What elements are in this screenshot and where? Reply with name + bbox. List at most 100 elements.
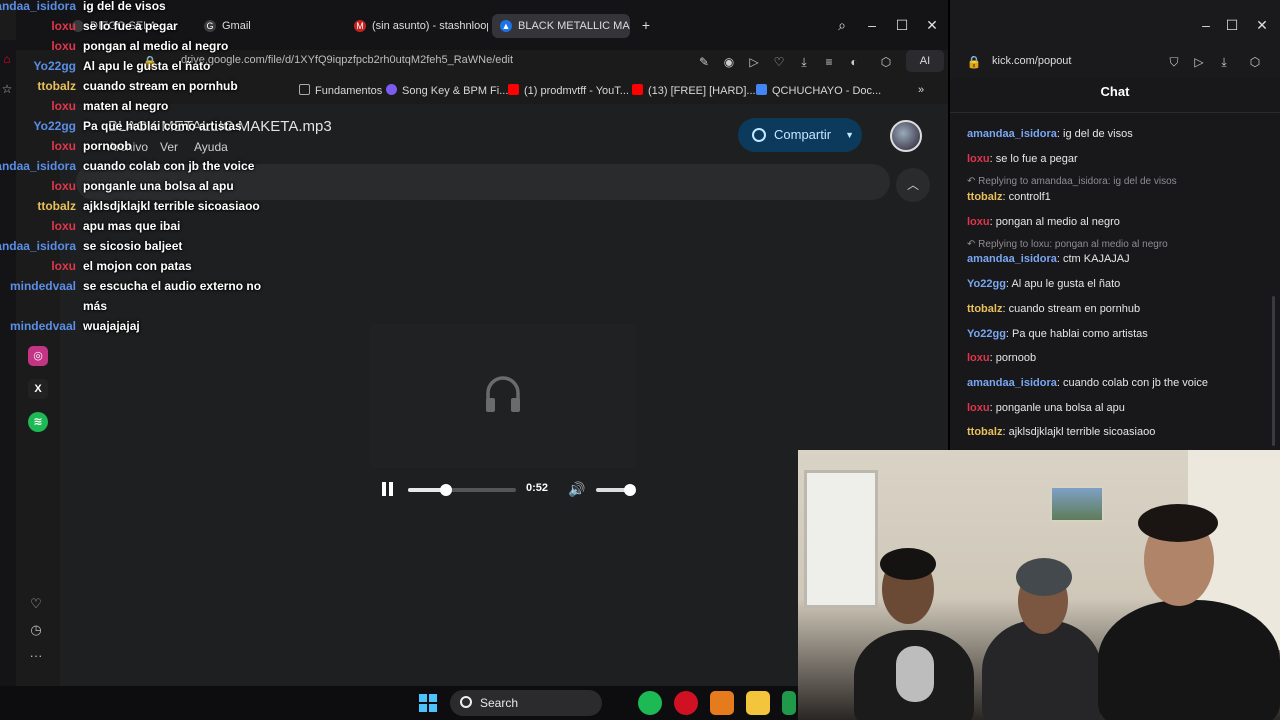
overlay-chat-row: loxu el mojon con patas [0, 256, 300, 276]
overlay-chat-row: loxu maten al negro [0, 96, 300, 116]
overlay-chat-row: loxu pornoob [0, 136, 300, 156]
more-bookmarks-icon[interactable]: » [918, 84, 924, 96]
chat-message: ponganle una bolsa al apu [995, 402, 1125, 414]
bookmark-youtube-2[interactable]: (13) [FREE] [HARD]... [632, 84, 756, 97]
volume-slider[interactable] [596, 484, 636, 496]
gmail-icon: M [354, 20, 366, 32]
chat-username: Yo22gg [33, 119, 76, 133]
playback-time: 0:52 [526, 482, 549, 494]
chat-username[interactable]: Yo22gg [967, 278, 1006, 290]
overlay-chat-row: loxu se lo fue a pegar [0, 16, 300, 36]
chat-username[interactable]: ttobalz [967, 191, 1002, 203]
excel-icon[interactable] [782, 691, 796, 715]
chat-message: apu mas que ibai [83, 219, 181, 233]
chat-message: pornoob [83, 139, 132, 153]
tab-drive-file[interactable]: ▲ BLACK METALLIC MA [492, 14, 630, 38]
send-icon[interactable]: ▷ [746, 54, 762, 70]
chevron-down-icon[interactable]: ▼ [845, 118, 854, 152]
avatar[interactable] [890, 120, 922, 152]
profile-icon[interactable]: ◐ [846, 54, 862, 70]
minimize-icon[interactable]: – [1196, 15, 1216, 35]
overlay-chat-row: más [0, 296, 300, 316]
chat-overlay: amandaa_isidora ig del de visos loxu se lo … [0, 0, 300, 340]
extensions-icon[interactable]: ⬡ [878, 54, 894, 70]
seek-bar[interactable] [408, 484, 516, 496]
chat-message: Pa que hablai como artistas [83, 119, 242, 133]
chat-message: ctm KAJAJAJ [1063, 253, 1130, 265]
volume-icon[interactable]: 🔊 [568, 481, 585, 498]
chat-username[interactable]: ttobalz [967, 303, 1002, 315]
volume-handle[interactable] [624, 484, 636, 496]
bookmark-youtube-1[interactable]: (1) prodmvtff - YouT... [508, 84, 629, 97]
globe-icon [752, 128, 766, 142]
person-right [1098, 600, 1280, 720]
tab-mail[interactable]: M (sin asunto) - stashnloops [346, 14, 488, 38]
camera-icon[interactable]: ◉ [721, 54, 737, 70]
chat-title: Chat [1100, 84, 1130, 99]
spotify-icon[interactable]: ≋ [28, 412, 48, 432]
chat-username[interactable]: amandaa_isidora [967, 253, 1057, 265]
overlay-chat-row: Yo22gg Pa que hablai como artistas [0, 116, 300, 136]
pause-icon[interactable] [382, 482, 396, 498]
chat-message-row: loxu: pornoob [967, 352, 1036, 364]
bookmark-label: (13) [FREE] [HARD]... [648, 85, 756, 97]
maximize-icon[interactable]: ☐ [1222, 15, 1242, 35]
lock-icon: 🔒 [966, 55, 982, 69]
fl-studio-icon[interactable] [710, 691, 734, 715]
close-icon[interactable]: ✕ [922, 15, 942, 35]
kick-titlebar: – ☐ ✕ 🔒 kick.com/popout ⛉ ▷ ⤓ ⬡ [950, 0, 1280, 78]
chat-username[interactable]: Yo22gg [967, 328, 1006, 340]
scrollbar[interactable] [1272, 296, 1275, 446]
edit-icon[interactable]: ✎ [696, 54, 712, 70]
chevron-up-icon[interactable]: ︿ [896, 168, 930, 202]
taskbar-search[interactable]: Search [450, 690, 602, 716]
headphones-icon [486, 376, 520, 412]
seek-handle[interactable] [439, 484, 452, 496]
chat-username[interactable]: loxu [967, 352, 990, 364]
ai-button[interactable]: AI [906, 50, 944, 72]
webcam-feed [798, 450, 1280, 720]
close-icon[interactable]: ✕ [1252, 15, 1272, 35]
chat-username[interactable]: amandaa_isidora [967, 377, 1057, 389]
new-tab-plus-icon[interactable]: + [636, 15, 656, 35]
history-icon[interactable]: ◷ [24, 622, 48, 640]
overlay-chat-row: mindedvaal wuajajajaj [0, 316, 300, 336]
menu-icon[interactable]: ≡ [821, 54, 837, 70]
spotify-icon[interactable] [638, 691, 662, 715]
chat-message: se lo fue a pegar [995, 153, 1078, 165]
chat-username[interactable]: amandaa_isidora [967, 128, 1057, 140]
chat-message: ig del de visos [83, 0, 166, 13]
chat-username[interactable]: ttobalz [967, 426, 1002, 438]
bookmark-songkey[interactable]: Song Key & BPM Fi... [386, 84, 508, 97]
chat-username[interactable]: loxu [967, 153, 990, 165]
minimize-icon[interactable]: – [862, 15, 882, 35]
share-button[interactable]: Compartir ▼ [738, 118, 862, 152]
windows-start-icon[interactable] [416, 691, 440, 715]
chat-username[interactable]: loxu [967, 402, 990, 414]
x-icon[interactable]: X [28, 379, 48, 399]
extensions-icon[interactable]: ⬡ [1247, 54, 1263, 70]
file-explorer-icon[interactable] [746, 691, 770, 715]
shield-icon[interactable]: ⛉ [1166, 54, 1182, 70]
bookmark-fundamentos[interactable]: Fundamentos [299, 84, 382, 97]
download-icon[interactable]: ⤓ [796, 54, 812, 70]
instagram-icon[interactable]: ◎ [28, 346, 48, 366]
search-tabs-icon[interactable]: ⌕ [832, 15, 852, 35]
beanie [1016, 558, 1072, 596]
person-middle [982, 620, 1102, 720]
chat-message: cuando stream en pornhub [83, 79, 238, 93]
chat-username: ttobalz [37, 199, 76, 213]
download-icon[interactable]: ⤓ [1216, 54, 1232, 70]
send-icon[interactable]: ▷ [1191, 54, 1207, 70]
kick-url[interactable]: kick.com/popout [992, 55, 1071, 67]
heart-icon[interactable]: ♡ [771, 54, 787, 70]
chat-username[interactable]: loxu [967, 216, 990, 228]
more-icon[interactable]: ··· [24, 648, 48, 666]
overlay-chat-row: mindedvaal se escucha el audio externo no [0, 276, 300, 296]
bookmark-docs[interactable]: QCHUCHAYO - Doc... [756, 84, 881, 97]
opera-icon[interactable] [674, 691, 698, 715]
chat-message-row: ttobalz: controlf1 [967, 191, 1051, 203]
chat-message-row: amandaa_isidora: ctm KAJAJAJ [967, 253, 1130, 265]
maximize-icon[interactable]: ☐ [892, 15, 912, 35]
heart-icon[interactable]: ♡ [24, 596, 48, 614]
